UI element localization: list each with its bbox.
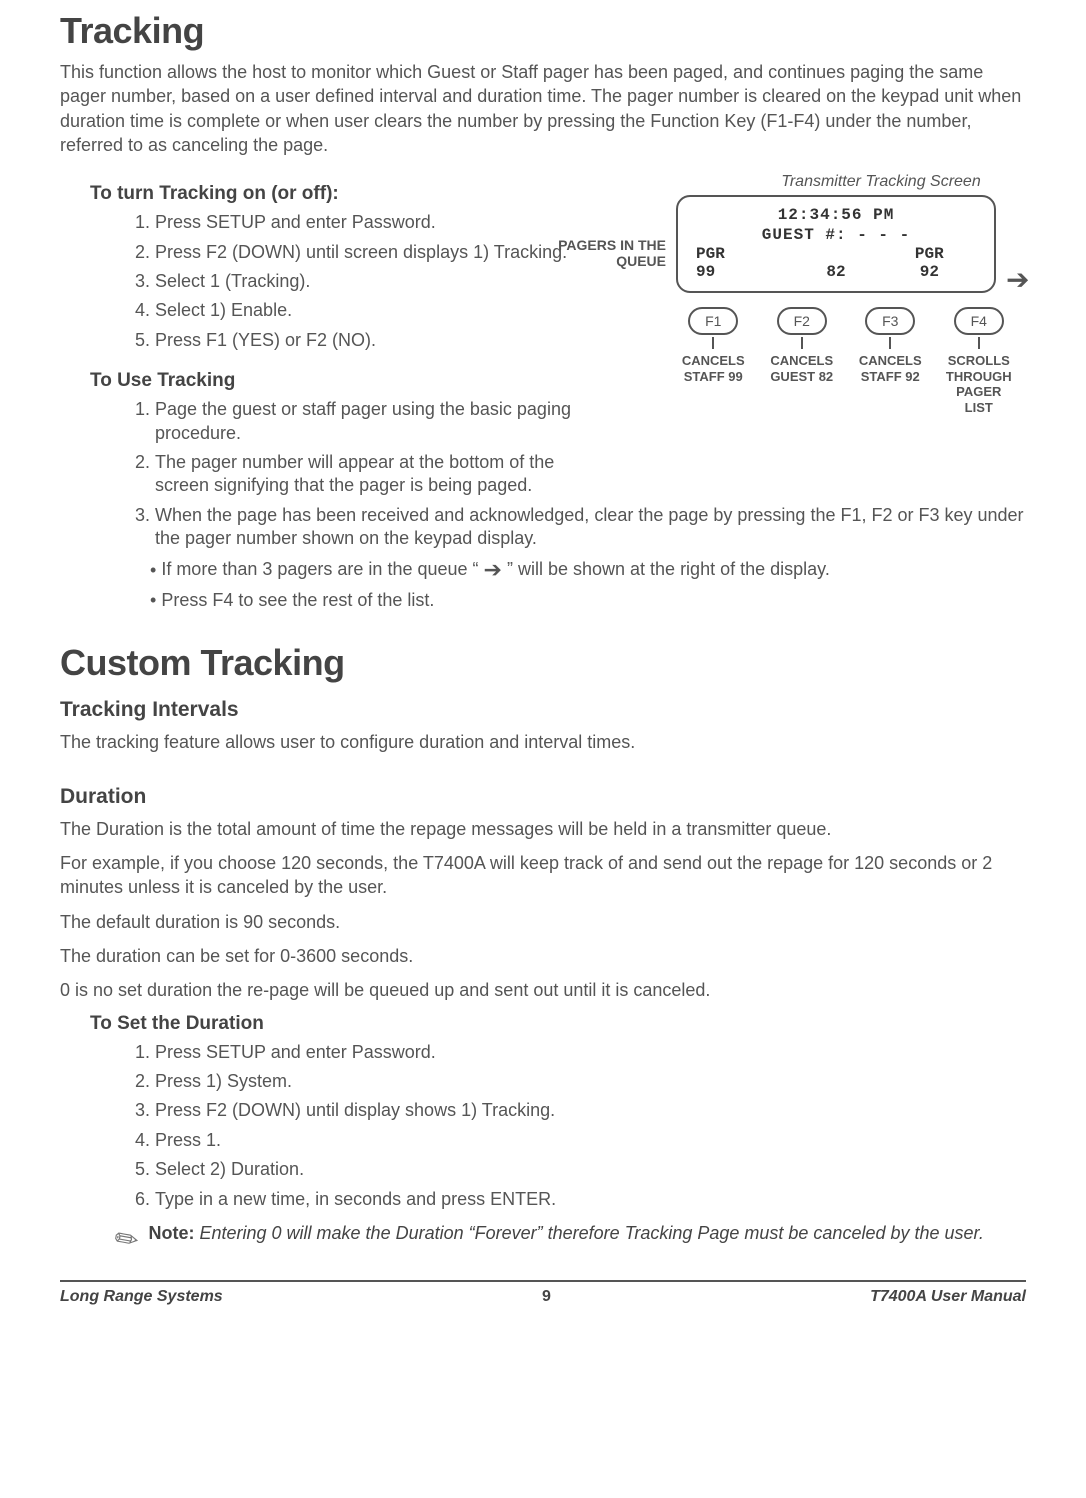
footer-page-number: 9 xyxy=(542,1288,551,1306)
page-title-custom-tracking: Custom Tracking xyxy=(60,642,1026,684)
lcd-value: 82 xyxy=(789,263,882,281)
lcd-col-header xyxy=(789,245,882,263)
lcd-value-row: 99 82 92 xyxy=(690,263,982,281)
note-body: Entering 0 will make the Duration “Forev… xyxy=(199,1223,983,1243)
list-item: Press SETUP and enter Password. xyxy=(155,211,576,234)
use-tracking-subpoints: If more than 3 pagers are in the queue “… xyxy=(150,556,1026,612)
footer-left: Long Range Systems xyxy=(60,1288,223,1306)
scroll-arrow-icon: ➔ xyxy=(1006,263,1029,296)
f2-key[interactable]: F2 xyxy=(777,307,827,335)
f4-key[interactable]: F4 xyxy=(954,307,1004,335)
list-item: Press F2 (DOWN) until display shows 1) T… xyxy=(155,1099,1026,1122)
list-item: Press 1) System. xyxy=(155,1070,1026,1093)
lcd-display: 12:34:56 PM GUEST #: - - - PGR PGR 99 82… xyxy=(676,195,996,293)
list-item: The pager number will appear at the bott… xyxy=(155,451,576,498)
lcd-time: 12:34:56 PM xyxy=(690,205,982,225)
lcd-value: 92 xyxy=(883,263,976,281)
list-item: Select 1 (Tracking). xyxy=(155,270,576,293)
tick-icon xyxy=(889,337,891,349)
duration-note: ✎ Note: Entering 0 will make the Duratio… xyxy=(115,1223,1026,1256)
duration-p4: The duration can be set for 0-3600 secon… xyxy=(60,944,1026,968)
tick-icon xyxy=(712,337,714,349)
f2-caption: CANCELS GUEST 82 xyxy=(765,353,840,384)
list-item: When the page has been received and ackn… xyxy=(155,504,1026,551)
tracking-intervals-paragraph: The tracking feature allows user to conf… xyxy=(60,730,1026,754)
turn-tracking-heading: To turn Tracking on (or off): xyxy=(90,183,576,205)
turn-tracking-steps: Press SETUP and enter Password. Press F2… xyxy=(155,211,576,352)
list-item: Press 1. xyxy=(155,1129,1026,1152)
f1-key-label: F1 xyxy=(705,313,721,329)
f3-caption: CANCELS STAFF 92 xyxy=(853,353,928,384)
tick-icon xyxy=(978,337,980,349)
f4-caption: SCROLLS THROUGH PAGER LIST xyxy=(942,353,1017,415)
page-title-tracking: Tracking xyxy=(60,10,1026,52)
f3-key-label: F3 xyxy=(882,313,898,329)
duration-heading: Duration xyxy=(60,785,1026,809)
lcd-value: 99 xyxy=(696,263,789,281)
f2-key-label: F2 xyxy=(794,313,810,329)
duration-p3: The default duration is 90 seconds. xyxy=(60,910,1026,934)
f1-key[interactable]: F1 xyxy=(688,307,738,335)
lcd-col-header: PGR xyxy=(883,245,976,263)
list-item: Press F2 (DOWN) until screen displays 1)… xyxy=(155,241,576,264)
duration-p5: 0 is no set duration the re-page will be… xyxy=(60,978,1026,1002)
f1-caption: CANCELS STAFF 99 xyxy=(676,353,751,384)
list-item: If more than 3 pagers are in the queue “… xyxy=(150,556,1026,585)
note-label: Note: xyxy=(148,1223,194,1243)
screen-caption: Transmitter Tracking Screen xyxy=(736,173,1026,191)
tracking-intro: This function allows the host to monitor… xyxy=(60,60,1026,157)
use-tracking-steps: Page the guest or staff pager using the … xyxy=(155,398,576,498)
duration-p2: For example, if you choose 120 seconds, … xyxy=(60,851,1026,900)
inline-arrow-icon: ➔ xyxy=(484,556,502,585)
list-item: Page the guest or staff pager using the … xyxy=(155,398,576,445)
list-item: Press F4 to see the rest of the list. xyxy=(150,589,1026,612)
duration-p1: The Duration is the total amount of time… xyxy=(60,817,1026,841)
list-item: Type in a new time, in seconds and press… xyxy=(155,1188,1026,1211)
tick-icon xyxy=(801,337,803,349)
transmitter-tracking-screen: Transmitter Tracking Screen PAGERS IN TH… xyxy=(636,173,1026,415)
set-duration-steps: Press SETUP and enter Password. Press 1)… xyxy=(155,1041,1026,1211)
lcd-col-header: PGR xyxy=(696,245,789,263)
lcd-guest-line: GUEST #: - - - xyxy=(690,225,982,245)
f4-key-label: F4 xyxy=(971,313,987,329)
footer-right: T7400A User Manual xyxy=(870,1288,1026,1306)
list-item: Press SETUP and enter Password. xyxy=(155,1041,1026,1064)
pencil-icon: ✎ xyxy=(108,1219,146,1259)
f3-key[interactable]: F3 xyxy=(865,307,915,335)
page-footer: Long Range Systems 9 T7400A User Manual xyxy=(60,1282,1026,1306)
lcd-header-row: PGR PGR xyxy=(690,245,982,263)
list-item: Select 2) Duration. xyxy=(155,1158,1026,1181)
use-tracking-steps-continued: When the page has been received and ackn… xyxy=(155,504,1026,551)
list-item: Press F1 (YES) or F2 (NO). xyxy=(155,329,576,352)
pagers-in-queue-label: PAGERS IN THE QUEUE xyxy=(546,237,666,269)
subpoint-text-a: If more than 3 pagers are in the queue “ xyxy=(161,560,478,580)
use-tracking-heading: To Use Tracking xyxy=(90,370,576,392)
subpoint-text-a2: ” will be shown at the right of the disp… xyxy=(507,560,830,580)
set-duration-heading: To Set the Duration xyxy=(90,1013,1026,1035)
list-item: Select 1) Enable. xyxy=(155,299,576,322)
function-keys-row: F1 CANCELS STAFF 99 F2 CANCELS GUEST 82 … xyxy=(676,307,1016,415)
tracking-intervals-heading: Tracking Intervals xyxy=(60,698,1026,722)
